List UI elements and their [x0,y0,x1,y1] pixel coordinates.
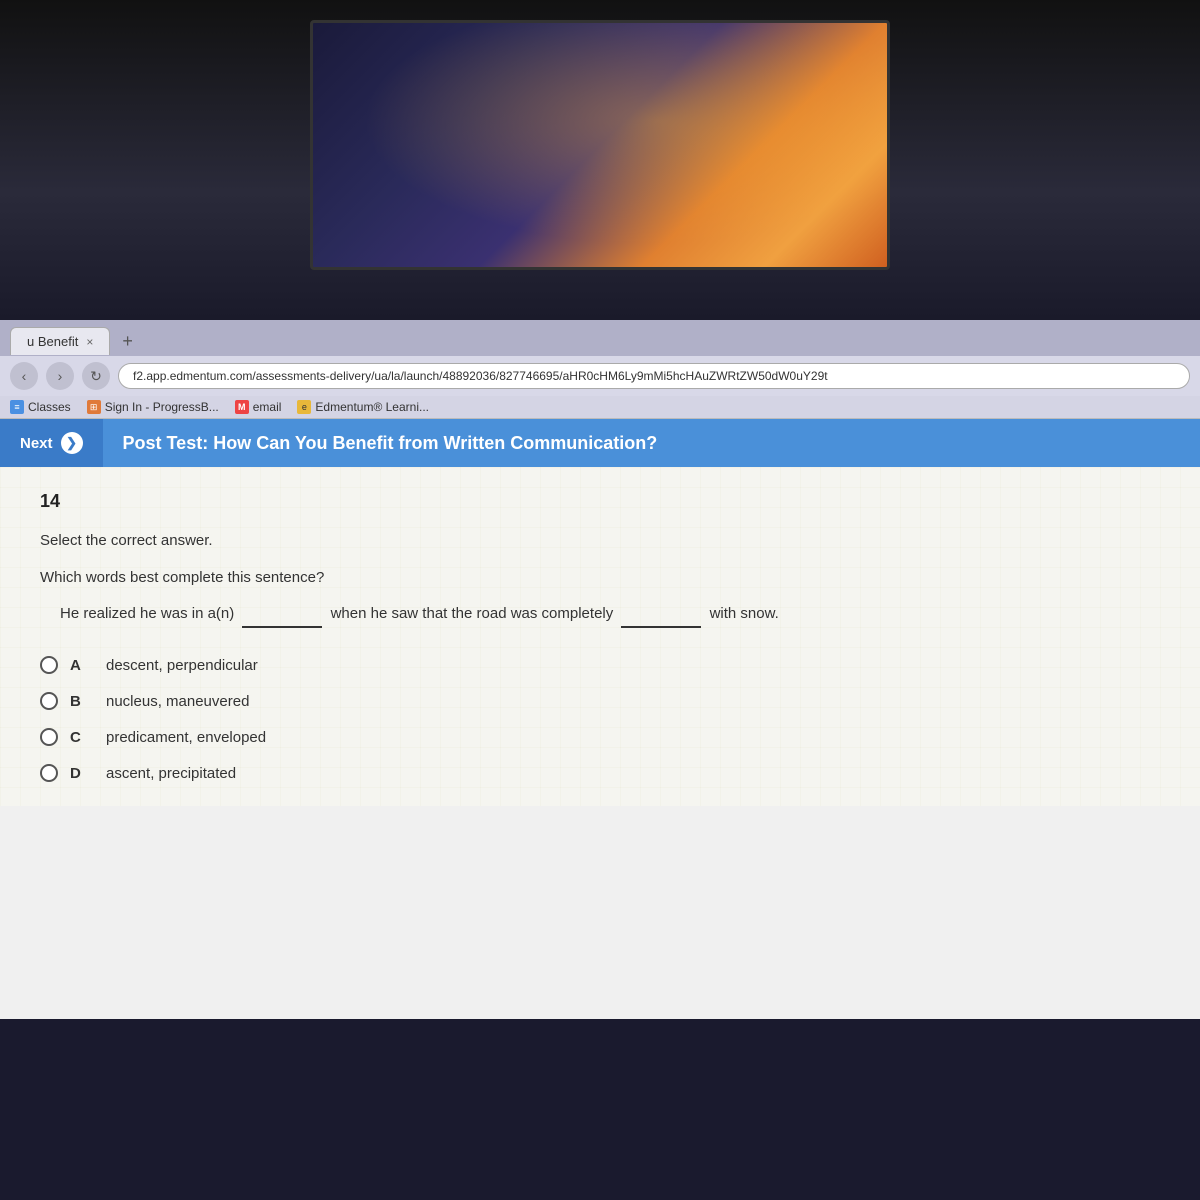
top-action-bar: Next ❯ Post Test: How Can You Benefit fr… [0,419,1200,467]
camera-screen [310,20,890,270]
option-d-label: D [70,765,94,782]
address-bar[interactable]: f2.app.edmentum.com/assessments-delivery… [118,363,1190,389]
question-text: Which words best complete this sentence? [40,569,1160,586]
option-a-text: descent, perpendicular [106,657,258,674]
option-d-text: ascent, precipitated [106,765,236,782]
bookmark-progress[interactable]: ⊞ Sign In - ProgressB... [87,400,219,414]
bookmark-progress-label: Sign In - ProgressB... [105,400,219,414]
browser-tab[interactable]: u Benefit × [10,327,110,355]
address-bar-row: ‹ › ↻ f2.app.edmentum.com/assessments-de… [0,356,1200,396]
bookmark-email[interactable]: M email [235,400,282,414]
back-button[interactable]: ‹ [10,362,38,390]
blank-2 [621,602,701,628]
option-b-label: B [70,693,94,710]
refresh-button[interactable]: ↻ [82,362,110,390]
page-title: Post Test: How Can You Benefit from Writ… [123,433,658,453]
edmentum-icon: e [297,400,311,414]
tab-close-button[interactable]: × [86,335,93,349]
radio-b[interactable] [40,692,58,710]
bookmark-edmentum[interactable]: e Edmentum® Learni... [297,400,429,414]
bookmark-classes[interactable]: ≡ Classes [10,400,71,414]
content-area: Next ❯ Post Test: How Can You Benefit fr… [0,419,1200,1019]
option-b-text: nucleus, maneuvered [106,693,249,710]
option-c[interactable]: C predicament, enveloped [40,728,1160,746]
radio-d[interactable] [40,764,58,782]
option-c-label: C [70,729,94,746]
bookmark-email-label: email [253,400,282,414]
bookmarks-bar: ≡ Classes ⊞ Sign In - ProgressB... M ema… [0,396,1200,419]
forward-button[interactable]: › [46,362,74,390]
bookmark-classes-label: Classes [28,400,71,414]
tab-label: u Benefit [27,334,78,349]
tab-bar: u Benefit × + [0,320,1200,356]
option-a[interactable]: A descent, perpendicular [40,656,1160,674]
new-tab-button[interactable]: + [114,331,141,352]
instruction-text: Select the correct answer. [40,532,1160,549]
option-b[interactable]: B nucleus, maneuvered [40,692,1160,710]
bookmark-edmentum-label: Edmentum® Learni... [315,400,429,414]
option-d[interactable]: D ascent, precipitated [40,764,1160,782]
radio-a[interactable] [40,656,58,674]
camera-display [0,0,1200,320]
question-container: 14 Select the correct answer. Which word… [0,467,1200,806]
blank-1 [242,602,322,628]
option-c-text: predicament, enveloped [106,729,266,746]
option-a-label: A [70,657,94,674]
browser-chrome: u Benefit × + ‹ › ↻ f2.app.edmentum.com/… [0,320,1200,419]
page-title-bar: Post Test: How Can You Benefit from Writ… [103,433,1200,454]
email-icon: M [235,400,249,414]
classes-icon: ≡ [10,400,24,414]
question-number: 14 [40,491,1160,512]
radio-c[interactable] [40,728,58,746]
sentence-text: He realized he was in a(n) when he saw t… [40,602,1160,628]
next-button-label: Next [20,435,53,452]
next-button[interactable]: Next ❯ [0,419,103,467]
options-list: A descent, perpendicular B nucleus, mane… [40,656,1160,782]
next-arrow-icon: ❯ [61,432,83,454]
progress-icon: ⊞ [87,400,101,414]
